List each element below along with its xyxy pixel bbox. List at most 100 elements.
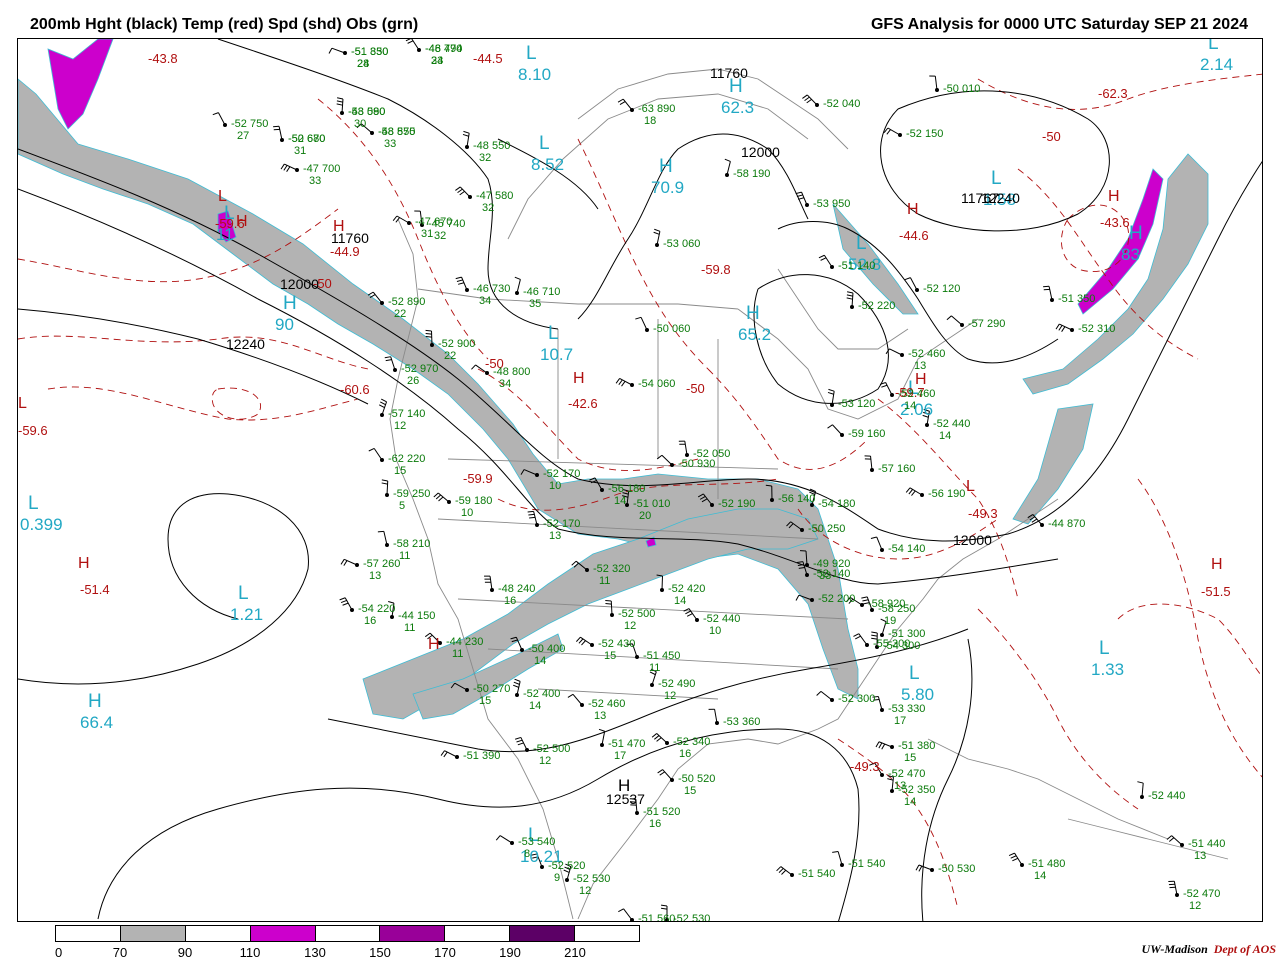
station-obs-dewpoint: 12 (579, 885, 592, 897)
station-obs-temp-height: -57 160 (878, 463, 916, 475)
station-obs-temp-height: -52 680 (288, 133, 326, 145)
temperature-label: -44.5 (473, 51, 503, 66)
station-dot (525, 748, 529, 752)
station-dot (610, 613, 614, 617)
station-obs-temp-height: -53 950 (813, 198, 851, 210)
wind-barb-feather (385, 359, 392, 362)
wind-barb-shaft (533, 511, 538, 526)
station-obs-dewpoint: 11 (399, 550, 411, 562)
station-obs-dewpoint: 14 (904, 400, 917, 412)
station-dot (685, 453, 689, 457)
station-obs-temp-height: -51 520 (643, 806, 681, 818)
wind-barb-feather (686, 613, 693, 617)
wind-barb-feather (212, 112, 219, 116)
station-obs-temp-height: -52 140 (813, 568, 851, 580)
wind-barb-shaft (601, 731, 606, 746)
wind-barb-shaft (390, 356, 396, 371)
wind-barb-feather (425, 336, 432, 338)
wind-barb-feather (1061, 326, 1066, 332)
wind-barb-shaft (489, 576, 493, 591)
station-obs-dewpoint: 17 (614, 750, 627, 762)
pressure-center-value: 1.21 (230, 605, 264, 624)
wind-barb-feather (286, 166, 291, 172)
station-dot (485, 371, 489, 375)
wind-barb-feather (458, 282, 465, 285)
wind-barb-feather (820, 257, 827, 261)
station-obs-dewpoint: 31 (294, 145, 307, 157)
station-dot (830, 403, 834, 407)
station-dot (600, 743, 604, 747)
station-obs-temp-height: -58 250 (878, 603, 916, 615)
station-dot (393, 368, 397, 372)
wind-barb-shaft (661, 454, 673, 466)
wind-barb-feather (908, 489, 914, 495)
temperature-label: -44.6 (899, 228, 929, 243)
station-dot (465, 688, 469, 692)
wind-barb-feather (827, 391, 834, 395)
station-dot (865, 643, 869, 647)
wind-barb-feather (514, 736, 522, 740)
station-dot (390, 615, 394, 619)
temperature-label: -43.6 (1100, 215, 1130, 230)
wind-barb-feather (578, 638, 584, 644)
station-obs-dewpoint: 34 (479, 295, 492, 307)
wind-barb-feather (462, 133, 469, 137)
wind-barb-feather (512, 684, 519, 688)
wind-barb-feather (571, 560, 577, 566)
map-drawing (18, 39, 1262, 921)
station-obs-dewpoint: 13 (594, 710, 607, 722)
wind-barb-feather (405, 39, 411, 42)
station-obs-dewpoint: 14 (614, 495, 627, 507)
wind-barb-feather (440, 750, 445, 756)
station-obs-temp-height: -52 460 (898, 388, 936, 400)
wind-barb-shaft (885, 382, 893, 396)
station-obs-temp-height: -54 180 (818, 498, 856, 510)
temperature-label: -42.6 (568, 396, 598, 411)
wind-barb-shaft (909, 277, 918, 291)
station-dot (960, 323, 964, 327)
station-obs-temp-height: -52 440 (933, 418, 971, 430)
station-obs-temp-height: -51 380 (898, 740, 936, 752)
wind-barb-shaft (341, 98, 344, 114)
station-obs-dewpoint: 22 (444, 350, 457, 362)
station-obs-dewpoint: 18 (644, 115, 657, 127)
station-obs-temp-height: -53 540 (518, 836, 556, 848)
temperature-label: -62.3 (1098, 86, 1128, 101)
wind-barb-feather (619, 101, 626, 106)
station-obs-temp-height: -50 250 (808, 523, 846, 535)
station-dot (645, 328, 649, 332)
wind-barb-feather (654, 228, 661, 232)
station-obs-temp-height: -52 320 (593, 563, 631, 575)
station-obs-temp-height: -52 520 (548, 860, 586, 872)
wind-barb-feather (946, 315, 952, 321)
height-center-letter: H (618, 776, 631, 795)
station-obs-dewpoint: 24 (357, 58, 370, 70)
station-dot (850, 305, 854, 309)
wind-barb-feather (827, 424, 833, 429)
wind-barb-feather (795, 191, 802, 195)
wind-barb-feather (1137, 781, 1144, 784)
station-obs-dewpoint: 11 (599, 575, 611, 587)
station-obs-dewpoint: 16 (364, 615, 377, 627)
wind-barb-feather (581, 640, 586, 646)
temperature-label: -51.5 (1201, 584, 1231, 599)
wind-barb-shaft (610, 600, 613, 616)
station-dot (1140, 795, 1144, 799)
analysis-time-title: GFS Analysis for 0000 UTC Saturday SEP 2… (870, 16, 1248, 33)
station-dot (670, 778, 674, 782)
wind-barb-shaft (640, 317, 648, 331)
station-obs-dewpoint: 32 (434, 230, 447, 242)
station-dot (770, 498, 774, 502)
wind-barb-feather (339, 597, 346, 601)
wind-barb-feather (657, 769, 663, 774)
temperature-label: -49.3 (968, 506, 998, 521)
station-obs-dewpoint: 16 (504, 595, 517, 607)
wind-barb-feather (1058, 325, 1063, 331)
wind-barb-feather (911, 490, 916, 496)
station-obs-temp-height: -54 220 (358, 603, 396, 615)
station-obs-temp-height: -48 800 (493, 366, 531, 378)
wind-barb-feather (495, 835, 501, 841)
wind-barb-feather (455, 186, 461, 191)
legend-swatch (445, 926, 511, 941)
station-dot (1175, 893, 1179, 897)
